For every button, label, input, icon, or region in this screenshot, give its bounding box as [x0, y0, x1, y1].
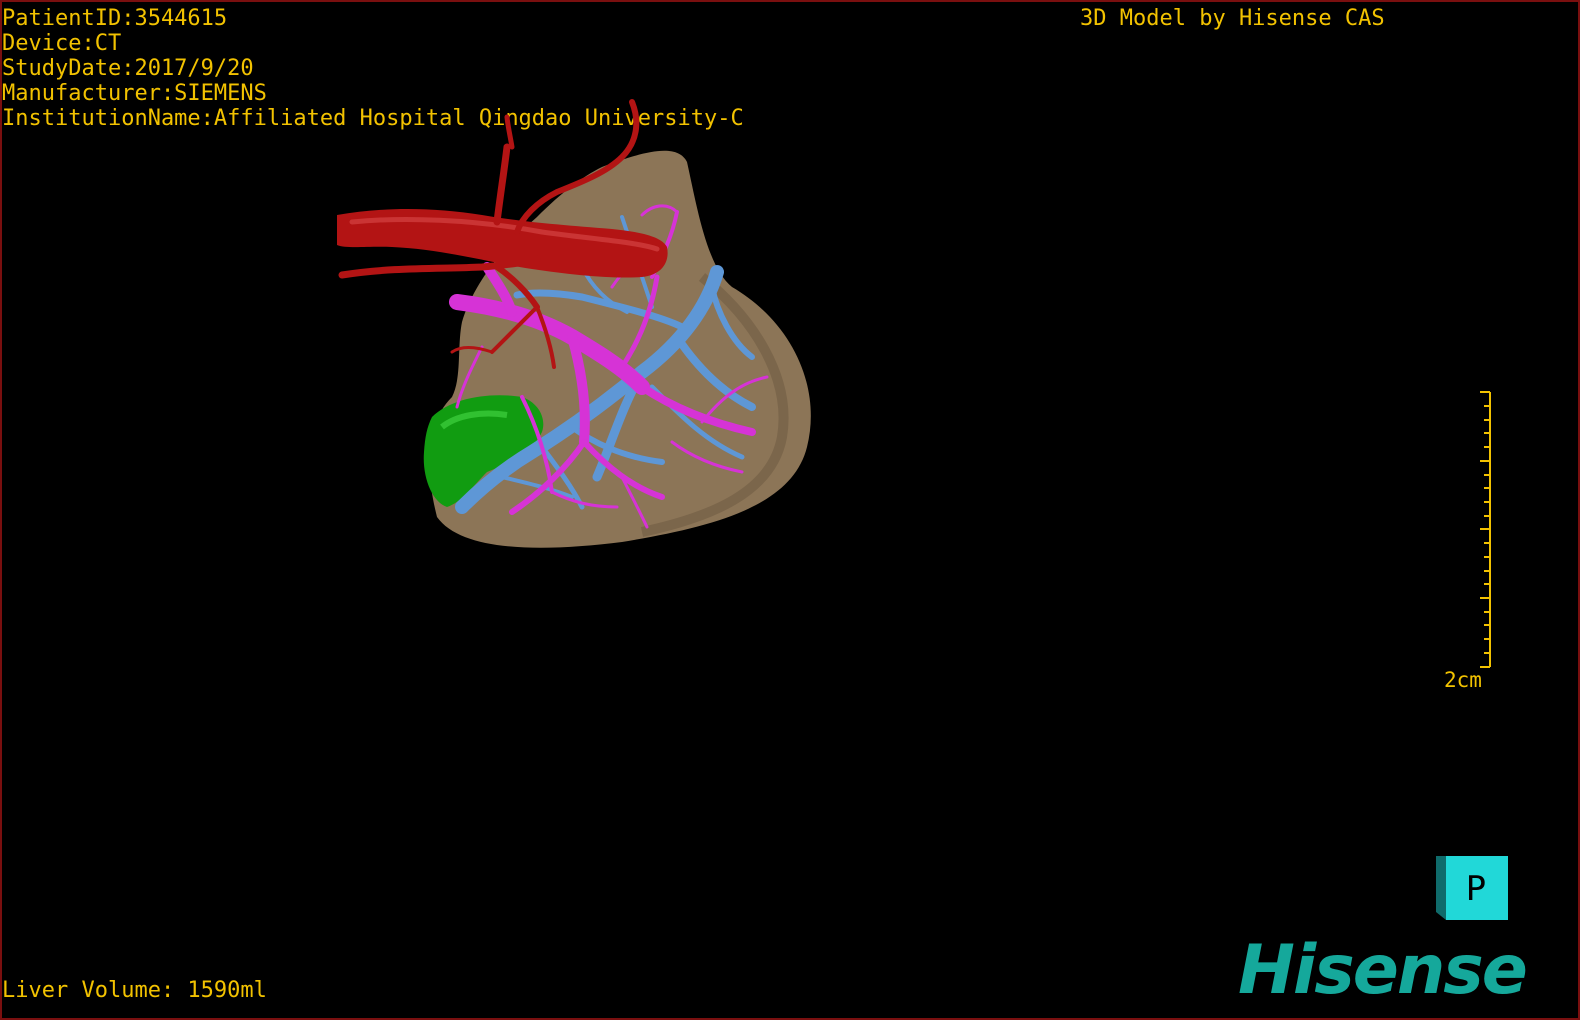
- device: Device:CT: [2, 31, 122, 56]
- patient-id: PatientID:3544615: [2, 6, 228, 31]
- scale-bar: [1480, 391, 1491, 668]
- study-date: StudyDate:2017/9/20: [2, 56, 254, 81]
- orientation-label: P: [1466, 869, 1486, 909]
- liver-3d-model[interactable]: [322, 97, 822, 557]
- 3d-viewport[interactable]: PatientID:3544615 Device:CT StudyDate:20…: [0, 0, 1580, 1020]
- orientation-cube-icon[interactable]: P: [1436, 854, 1510, 922]
- liver-volume: Liver Volume: 1590ml: [2, 978, 267, 1003]
- scale-label: 2cm: [1444, 668, 1482, 692]
- hisense-logo: Hisense: [1238, 931, 1528, 1010]
- model-credit: 3D Model by Hisense CAS: [1080, 6, 1385, 31]
